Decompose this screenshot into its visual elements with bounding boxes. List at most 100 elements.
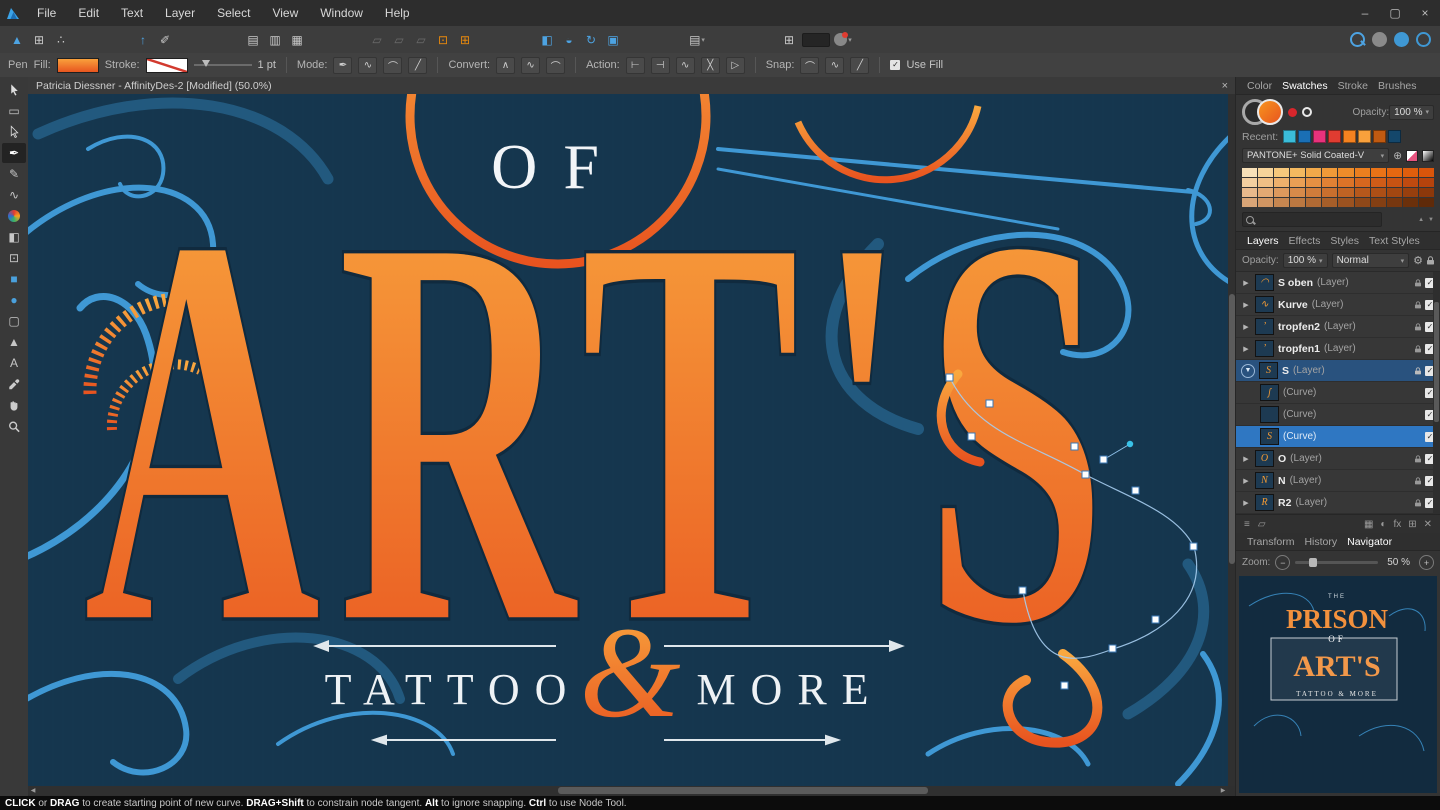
tab-stroke[interactable]: Stroke — [1333, 80, 1373, 92]
lock-icon[interactable] — [1415, 323, 1421, 331]
menu-help[interactable]: Help — [374, 0, 421, 26]
insert-target-button-1[interactable]: ▱ — [366, 30, 388, 50]
color-swatch[interactable] — [1258, 198, 1273, 207]
color-swatch[interactable] — [1242, 188, 1257, 197]
lock-icon[interactable] — [1415, 367, 1421, 375]
tab-navigator[interactable]: Navigator — [1342, 536, 1397, 548]
palette-dropdown[interactable]: PANTONE+ Solid Coated-V ▾ — [1242, 148, 1389, 163]
blend-mode-dropdown[interactable]: Normal ▾ — [1332, 253, 1410, 268]
color-swatch[interactable] — [1371, 178, 1386, 187]
zoom-tool[interactable] — [2, 416, 26, 436]
expand-arrow-icon[interactable]: ▶ — [1241, 477, 1251, 485]
horizontal-scrollbar-thumb[interactable] — [558, 787, 928, 794]
spot-color-chip[interactable] — [1406, 150, 1418, 162]
collapse-arrow-icon[interactable]: ▼ — [1241, 364, 1255, 378]
layer-row-tropfen2[interactable]: ▶ ’ tropfen2 (Layer) ✓ — [1236, 316, 1440, 338]
move-tool[interactable] — [2, 80, 26, 100]
zoom-slider-thumb[interactable] — [1309, 558, 1317, 567]
lock-icon[interactable] — [1415, 279, 1421, 287]
feedback-button[interactable] — [1368, 30, 1390, 50]
expand-arrow-icon[interactable]: ▶ — [1241, 323, 1251, 331]
crop-tool[interactable]: ⊡ — [2, 248, 26, 268]
layer-row-kurve[interactable]: ▶ ∿ Kurve (Layer) ✓ — [1236, 294, 1440, 316]
tab-layers[interactable]: Layers — [1242, 235, 1284, 247]
color-swatch[interactable] — [1313, 130, 1326, 143]
color-swatch[interactable] — [1419, 168, 1434, 177]
color-swatch[interactable] — [1403, 168, 1418, 177]
triangle-tool[interactable]: ▲ — [2, 332, 26, 352]
menu-text[interactable]: Text — [110, 0, 154, 26]
fill-swatch[interactable] — [57, 58, 99, 73]
lock-icon[interactable] — [1415, 301, 1421, 309]
color-swatch[interactable] — [1290, 188, 1305, 197]
zoom-search-button[interactable] — [1346, 30, 1368, 50]
menu-view[interactable]: View — [261, 0, 309, 26]
convert-smart-button[interactable]: ⌒ — [546, 57, 565, 74]
affinity-persona-icon[interactable]: ▲ — [6, 30, 28, 50]
color-swatch[interactable] — [1274, 188, 1289, 197]
duplicate-button[interactable]: ▣ — [602, 30, 624, 50]
layer-row-tropfen1[interactable]: ▶ ’ tropfen1 (Layer) ✓ — [1236, 338, 1440, 360]
color-swatch[interactable] — [1419, 198, 1434, 207]
document-tab[interactable]: Patricia Diessner - AffinityDes-2 [Modif… — [36, 80, 272, 92]
stroke-swatch[interactable] — [146, 58, 188, 73]
break-curve-button[interactable]: ⊢ — [626, 57, 645, 74]
node-tool[interactable] — [2, 122, 26, 142]
snap-to-geometry-button[interactable]: ⌒ — [800, 57, 819, 74]
assets-grid-button[interactable]: ⊞ — [778, 30, 800, 50]
color-swatch[interactable] — [1338, 198, 1353, 207]
rectangle-tool[interactable]: ■ — [2, 269, 26, 289]
convert-smooth-button[interactable]: ∿ — [521, 57, 540, 74]
horizontal-scrollbar[interactable]: ◀ ▶ — [28, 786, 1228, 795]
mask-layer-icon[interactable]: ▦ — [1364, 519, 1373, 530]
expand-arrow-icon[interactable]: ▶ — [1241, 279, 1251, 287]
zoom-out-button[interactable]: − — [1275, 555, 1290, 570]
color-swatch[interactable] — [1371, 188, 1386, 197]
line-mode-button[interactable]: ╱ — [408, 57, 427, 74]
grayscale-chip[interactable] — [1422, 150, 1434, 162]
close-button[interactable]: × — [1410, 0, 1440, 26]
distribute-button[interactable]: ▦ — [286, 30, 308, 50]
curve-row-2[interactable]: (Curve) ✓ — [1236, 404, 1440, 426]
pen-mode-button[interactable]: ✒ — [333, 57, 352, 74]
nofill-icon[interactable] — [1302, 107, 1312, 117]
color-swatch[interactable] — [1387, 178, 1402, 187]
color-swatch[interactable] — [1338, 188, 1353, 197]
adjustment-layer-icon[interactable]: ◐ — [1380, 519, 1386, 530]
stroke-width-slider[interactable] — [194, 64, 252, 66]
vector-brush-tool[interactable]: ∿ — [2, 185, 26, 205]
color-swatch[interactable] — [1322, 168, 1337, 177]
color-swatch[interactable] — [1242, 168, 1257, 177]
layer-select-icon[interactable]: ▱ — [1258, 519, 1266, 530]
expand-arrow-icon[interactable]: ▶ — [1241, 499, 1251, 507]
tab-styles[interactable]: Styles — [1325, 235, 1364, 247]
color-swatch[interactable] — [1338, 178, 1353, 187]
layer-row-n[interactable]: ▶ N N (Layer) ✓ — [1236, 470, 1440, 492]
layers-opacity-dropdown[interactable]: 100 % ▾ — [1283, 253, 1328, 268]
color-swatch[interactable] — [1371, 168, 1386, 177]
fill-color-well[interactable] — [1257, 99, 1283, 125]
color-swatch[interactable] — [1306, 188, 1321, 197]
zoom-in-button[interactable]: + — [1419, 555, 1434, 570]
join-curves-button[interactable]: ╳ — [701, 57, 720, 74]
color-swatch[interactable] — [1322, 178, 1337, 187]
zoom-slider[interactable] — [1295, 561, 1378, 564]
color-swatch[interactable] — [1403, 188, 1418, 197]
navigator-view-rect[interactable] — [1271, 638, 1397, 700]
minimize-button[interactable]: – — [1350, 0, 1380, 26]
color-swatch[interactable] — [1328, 130, 1341, 143]
color-swatch[interactable] — [1274, 168, 1289, 177]
tab-color[interactable]: Color — [1242, 80, 1277, 92]
smart-mode-button[interactable]: ∿ — [358, 57, 377, 74]
color-swatch[interactable] — [1306, 198, 1321, 207]
color-swatch[interactable] — [1355, 178, 1370, 187]
color-swatch[interactable] — [1322, 188, 1337, 197]
layer-options-icon[interactable]: ≡ — [1244, 519, 1250, 530]
artistic-text-tool[interactable]: A — [2, 353, 26, 373]
menu-window[interactable]: Window — [309, 0, 374, 26]
color-swatch[interactable] — [1290, 168, 1305, 177]
color-swatch[interactable] — [1258, 188, 1273, 197]
transparency-tool[interactable]: ◧ — [2, 227, 26, 247]
delete-layer-icon[interactable]: ✕ — [1424, 519, 1432, 530]
snapshot-button[interactable] — [800, 30, 832, 50]
